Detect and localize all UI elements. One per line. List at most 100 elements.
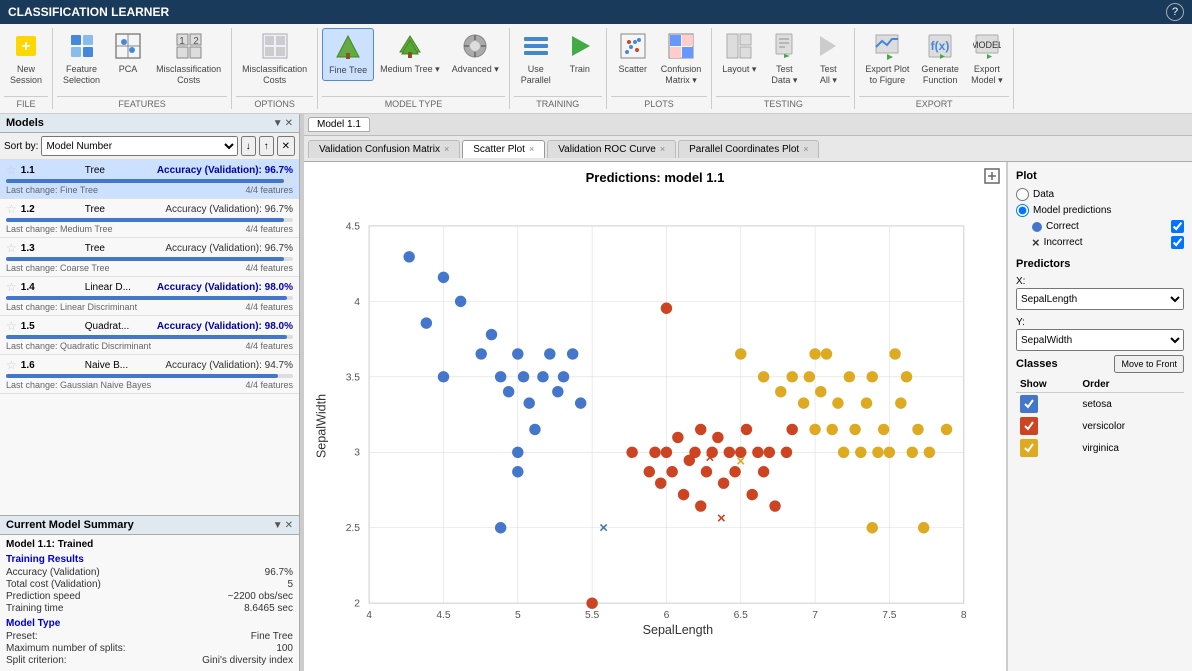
use-parallel-label: UseParallel bbox=[521, 64, 551, 86]
pca-button[interactable]: PCA bbox=[106, 28, 150, 79]
feature-selection-button[interactable]: FeatureSelection bbox=[57, 28, 106, 90]
model-item-1-6[interactable]: ☆ 1.6 Naive B... Accuracy (Validation): … bbox=[0, 355, 299, 394]
medium-tree-button[interactable]: Medium Tree ▾ bbox=[374, 28, 446, 79]
svg-text:MODEL: MODEL bbox=[973, 40, 1001, 50]
tab-close-roc[interactable]: × bbox=[660, 144, 665, 154]
model-item-1-4[interactable]: ☆ 1.4 Linear D... Accuracy (Validation):… bbox=[0, 277, 299, 316]
scatter-dot bbox=[701, 466, 712, 477]
scatter-dot bbox=[695, 424, 706, 435]
tab-parallel-coordinates[interactable]: Parallel Coordinates Plot × bbox=[678, 140, 819, 158]
sort-asc-button[interactable]: ↓ bbox=[241, 136, 256, 156]
model-tabs-row: Model 1.1 bbox=[304, 114, 1192, 136]
sort-desc-button[interactable]: ↑ bbox=[259, 136, 274, 156]
models-close-button[interactable]: ✕ bbox=[285, 118, 293, 129]
versicolor-color bbox=[1020, 417, 1038, 435]
scatter-dot bbox=[666, 466, 677, 477]
model-accuracy-1-2: Accuracy (Validation): 96.7% bbox=[165, 204, 293, 215]
tab-validation-confusion[interactable]: Validation Confusion Matrix × bbox=[308, 140, 460, 158]
misclassification-costs-button[interactable]: 1 2 MisclassificationCosts bbox=[150, 28, 227, 90]
summary-header: Current Model Summary ▼ ✕ bbox=[0, 516, 299, 535]
predictors-section-title: Predictors bbox=[1016, 258, 1184, 270]
data-radio-row: Data bbox=[1016, 188, 1184, 201]
data-radio[interactable] bbox=[1016, 188, 1029, 201]
svg-text:7.5: 7.5 bbox=[882, 610, 897, 621]
generate-function-button[interactable]: f(x) GenerateFunction bbox=[915, 28, 965, 90]
scatter-dot bbox=[872, 447, 883, 458]
fine-tree-button[interactable]: Fine Tree bbox=[322, 28, 374, 81]
misclassification-costs-button2[interactable]: MisclassificationCosts bbox=[236, 28, 313, 90]
scatter-dot bbox=[752, 447, 763, 458]
scatter-dot bbox=[878, 424, 889, 435]
plot-export-icon[interactable] bbox=[984, 168, 1000, 187]
sort-select[interactable]: Model Number Accuracy Model Type bbox=[41, 136, 237, 156]
tab-scatter-plot[interactable]: Scatter Plot × bbox=[462, 140, 545, 158]
model-star-1-3[interactable]: ☆ bbox=[6, 241, 17, 255]
summary-title: Current Model Summary bbox=[6, 519, 134, 531]
options-section-label: OPTIONS bbox=[236, 96, 313, 109]
incorrect-checkbox[interactable] bbox=[1171, 236, 1184, 249]
advanced-icon bbox=[461, 32, 489, 60]
scatter-dot bbox=[718, 477, 729, 488]
model-item-1-3[interactable]: ☆ 1.3 Tree Accuracy (Validation): 96.7% … bbox=[0, 238, 299, 277]
class-row-versicolor: versicolor bbox=[1016, 415, 1184, 437]
scatter-dot bbox=[558, 371, 569, 382]
model-star-1-4[interactable]: ☆ bbox=[6, 280, 17, 294]
model-star-1-5[interactable]: ☆ bbox=[6, 319, 17, 333]
app-title: CLASSIFICATION LEARNER bbox=[8, 5, 169, 19]
model-id-1-2: 1.2 bbox=[21, 204, 81, 215]
model-tab-1-1[interactable]: Model 1.1 bbox=[308, 117, 370, 132]
model-lastchange-1-5: Last change: Quadratic Discriminant bbox=[6, 341, 151, 351]
delete-model-button[interactable]: ✕ bbox=[277, 136, 295, 156]
model-item-1-5[interactable]: ☆ 1.5 Quadrat... Accuracy (Validation): … bbox=[0, 316, 299, 355]
scatter-dot bbox=[495, 522, 506, 533]
export-plot-button[interactable]: Export Plotto Figure bbox=[859, 28, 915, 90]
test-data-button[interactable]: TestData ▾ bbox=[762, 28, 806, 90]
y-predictor-select[interactable]: SepalWidth SepalLength PetalLength Petal… bbox=[1016, 329, 1184, 351]
scatter-dot bbox=[798, 397, 809, 408]
tab-close-scatter[interactable]: × bbox=[529, 144, 534, 154]
scatter-dot bbox=[941, 424, 952, 435]
scatter-icon bbox=[619, 32, 647, 60]
move-to-front-button[interactable]: Move to Front bbox=[1114, 355, 1184, 373]
model-star-1-1[interactable]: ☆ bbox=[6, 163, 17, 177]
scatter-dot bbox=[678, 489, 689, 500]
model-item-1-2[interactable]: ☆ 1.2 Tree Accuracy (Validation): 96.7% … bbox=[0, 199, 299, 238]
scatter-button[interactable]: Scatter bbox=[611, 28, 655, 79]
scatter-dot bbox=[512, 348, 523, 359]
scatter-dot bbox=[758, 371, 769, 382]
summary-close-button[interactable]: ✕ bbox=[285, 520, 293, 531]
split-criterion-row: Split criterion: Gini's diversity index bbox=[6, 655, 293, 666]
new-session-button[interactable]: + NewSession bbox=[4, 28, 48, 90]
train-button[interactable]: Train bbox=[558, 28, 602, 79]
plots-section-label: PLOTS bbox=[611, 96, 708, 109]
tab-validation-roc[interactable]: Validation ROC Curve × bbox=[547, 140, 676, 158]
pca-label: PCA bbox=[119, 64, 138, 75]
scatter-dot bbox=[912, 424, 923, 435]
scatter-dot bbox=[901, 371, 912, 382]
help-button[interactable]: ? bbox=[1166, 3, 1184, 21]
model-lastchange-1-3: Last change: Coarse Tree bbox=[6, 263, 110, 273]
summary-collapse-button[interactable]: ▼ bbox=[273, 520, 283, 531]
total-cost-row: Total cost (Validation) 5 bbox=[6, 579, 293, 590]
x-predictor-select[interactable]: SepalLength SepalWidth PetalLength Petal… bbox=[1016, 288, 1184, 310]
model-predictions-radio[interactable] bbox=[1016, 204, 1029, 217]
test-all-button[interactable]: TestAll ▾ bbox=[806, 28, 850, 90]
export-model-button[interactable]: MODEL ExportModel ▾ bbox=[965, 28, 1009, 90]
preset-row: Preset: Fine Tree bbox=[6, 631, 293, 642]
model-item-1-1[interactable]: ☆ 1.1 Tree Accuracy (Validation): 96.7% … bbox=[0, 160, 299, 199]
advanced-button[interactable]: Advanced ▾ bbox=[446, 28, 505, 79]
tab-close-confusion[interactable]: × bbox=[444, 144, 449, 154]
toolbar-section-options: MisclassificationCosts OPTIONS bbox=[232, 28, 318, 109]
use-parallel-button[interactable]: UseParallel bbox=[514, 28, 558, 90]
virginica-color bbox=[1020, 439, 1038, 457]
tab-close-parallel[interactable]: × bbox=[803, 144, 808, 154]
use-parallel-icon bbox=[522, 32, 550, 60]
scatter-dot bbox=[644, 466, 655, 477]
model-star-1-2[interactable]: ☆ bbox=[6, 202, 17, 216]
scatter-dot bbox=[655, 477, 666, 488]
layout-button[interactable]: Layout ▾ bbox=[716, 28, 762, 79]
models-collapse-button[interactable]: ▼ bbox=[273, 118, 283, 129]
correct-checkbox[interactable] bbox=[1171, 220, 1184, 233]
confusion-matrix-button[interactable]: ConfusionMatrix ▾ bbox=[655, 28, 708, 90]
model-star-1-6[interactable]: ☆ bbox=[6, 358, 17, 372]
